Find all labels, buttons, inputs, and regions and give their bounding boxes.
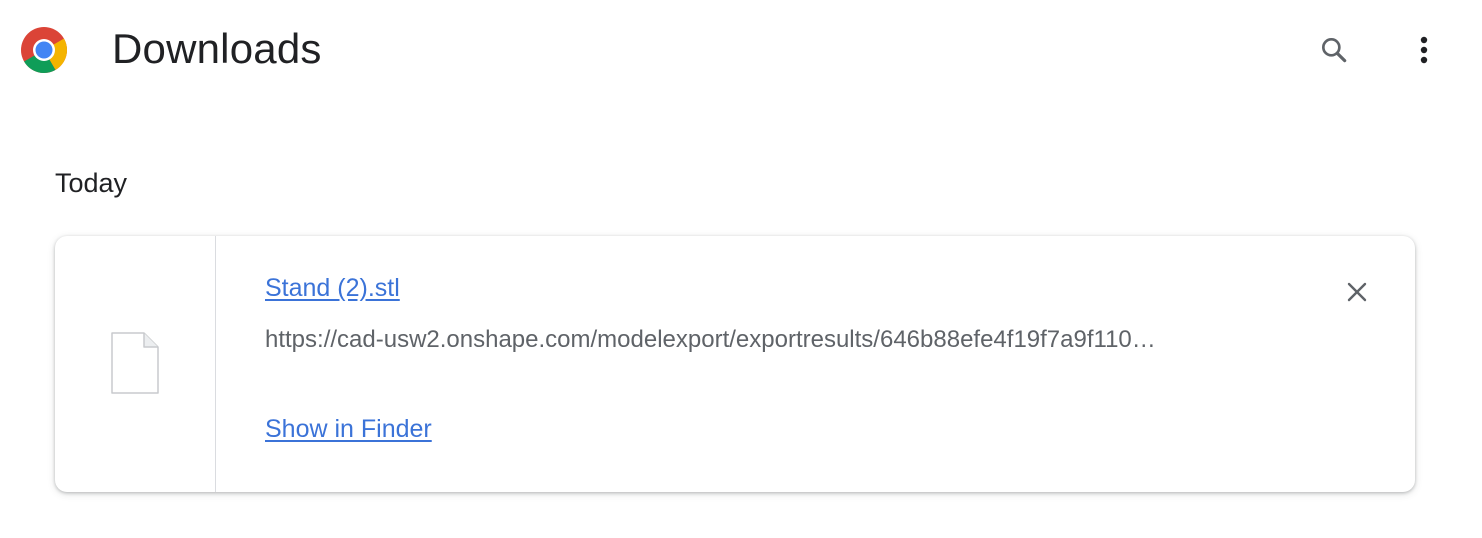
more-options-button[interactable] [1402,28,1446,72]
search-button[interactable] [1312,28,1356,72]
search-icon [1322,37,1347,63]
chrome-logo-icon [20,26,68,74]
show-in-finder-link[interactable]: Show in Finder [265,413,432,445]
file-icon [110,331,160,395]
downloads-page: Downloads Today Stand (2).stl https://ca… [0,0,1482,538]
file-name-link[interactable]: Stand (2).stl [265,272,400,304]
download-item-details: Stand (2).stl https://cad-usw2.onshape.c… [265,236,1345,492]
close-icon [1347,282,1367,302]
file-icon-area [55,236,216,492]
remove-item-button[interactable] [1337,272,1377,312]
source-url: https://cad-usw2.onshape.com/modelexport… [265,326,1156,353]
more-vert-icon [1420,36,1428,64]
toolbar: Downloads [0,0,1482,100]
download-item-card: Stand (2).stl https://cad-usw2.onshape.c… [55,236,1415,492]
page-title: Downloads [112,25,322,72]
date-section-label: Today [55,168,128,198]
